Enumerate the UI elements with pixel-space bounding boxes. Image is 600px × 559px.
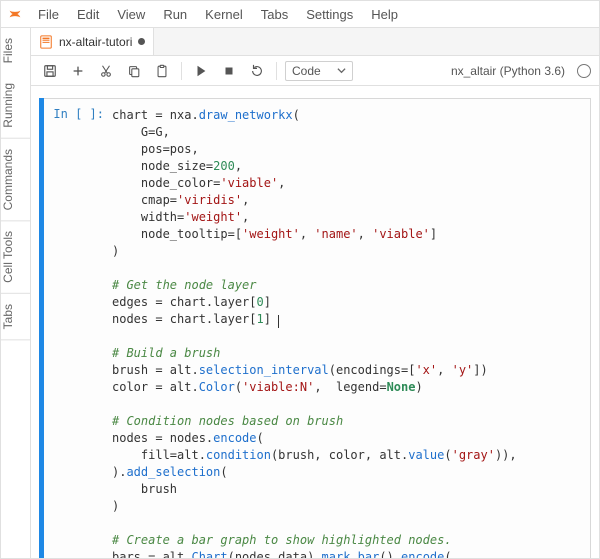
kernel-name[interactable]: nx_altair (Python 3.6): [451, 64, 565, 78]
sidebar-files[interactable]: Files: [1, 28, 31, 73]
sidebar-commands[interactable]: Commands: [1, 139, 31, 221]
left-sidebar: Files Running Commands Cell Tools Tabs: [1, 28, 31, 558]
code-cell[interactable]: In [ ]: chart = nxa.draw_networkx( G=G, …: [39, 98, 591, 558]
run-button[interactable]: [190, 60, 212, 82]
restart-button[interactable]: [246, 60, 268, 82]
sidebar-running[interactable]: Running: [1, 73, 31, 139]
notebook-area[interactable]: In [ ]: chart = nxa.draw_networkx( G=G, …: [31, 86, 599, 558]
chevron-down-icon: [337, 64, 346, 78]
save-button[interactable]: [39, 60, 61, 82]
toolbar-divider: [276, 62, 277, 80]
file-tab[interactable]: nx-altair-tutori: [31, 28, 154, 55]
cut-button[interactable]: [95, 60, 117, 82]
menu-tabs[interactable]: Tabs: [252, 4, 297, 25]
file-tab-label: nx-altair-tutori: [59, 35, 132, 49]
notebook-icon: [39, 35, 53, 49]
cell-type-label: Code: [292, 64, 321, 78]
menu-help[interactable]: Help: [362, 4, 407, 25]
code-editor[interactable]: chart = nxa.draw_networkx( G=G, pos=pos,…: [110, 99, 590, 558]
menu-bar: File Edit View Run Kernel Tabs Settings …: [1, 1, 599, 28]
menu-kernel[interactable]: Kernel: [196, 4, 252, 25]
notebook-toolbar: Code nx_altair (Python 3.6): [31, 56, 599, 86]
paste-button[interactable]: [151, 60, 173, 82]
add-cell-button[interactable]: [67, 60, 89, 82]
text-cursor: [278, 315, 279, 328]
cell-type-select[interactable]: Code: [285, 61, 353, 81]
menu-file[interactable]: File: [29, 4, 68, 25]
menu-settings[interactable]: Settings: [297, 4, 362, 25]
unsaved-indicator-icon: [138, 38, 145, 45]
sidebar-cell-tools[interactable]: Cell Tools: [1, 221, 31, 294]
toolbar-divider: [181, 62, 182, 80]
kernel-status-icon[interactable]: [577, 64, 591, 78]
jupyter-logo: [7, 6, 23, 22]
input-prompt: In [ ]:: [40, 99, 110, 558]
menu-run[interactable]: Run: [154, 4, 196, 25]
tab-bar: nx-altair-tutori: [31, 28, 599, 56]
copy-button[interactable]: [123, 60, 145, 82]
sidebar-tabs[interactable]: Tabs: [1, 294, 31, 340]
stop-button[interactable]: [218, 60, 240, 82]
menu-view[interactable]: View: [108, 4, 154, 25]
menu-edit[interactable]: Edit: [68, 4, 108, 25]
